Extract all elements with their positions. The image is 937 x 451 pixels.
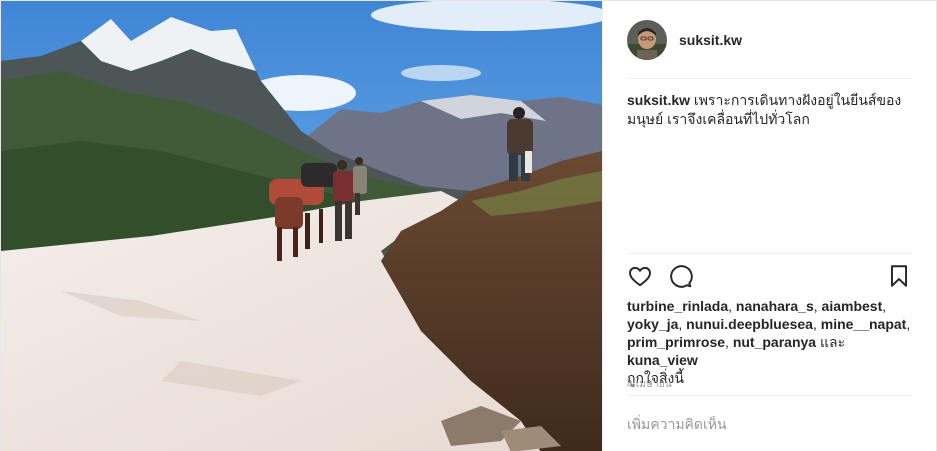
likes-summary: turbine_rinlada, nanahara_s, aiambest, y…	[627, 298, 911, 386]
likes-joiner: และ	[819, 334, 846, 350]
liker-link[interactable]: turbine_rinlada	[627, 298, 728, 314]
bookmark-icon[interactable]	[886, 263, 912, 289]
post-photo[interactable]	[1, 1, 602, 451]
liker-link[interactable]: nunui.deepbluesea	[686, 316, 813, 332]
avatar[interactable]	[627, 20, 667, 60]
post-username[interactable]: suksit.kw	[679, 32, 742, 48]
mountain-trail-photo	[1, 1, 602, 451]
post-header: suksit.kw	[603, 1, 937, 79]
liker-link[interactable]: prim_primrose	[627, 334, 725, 350]
comment-input[interactable]: เพิ่มความคิดเห็น	[627, 411, 917, 437]
header-divider	[627, 78, 912, 79]
post-side-panel: suksit.kw suksit.kw เพราะการเดินทางฝังอย…	[602, 1, 936, 451]
heart-icon[interactable]	[627, 263, 653, 289]
post-actions	[627, 263, 912, 291]
liker-link[interactable]: mine__napat	[821, 316, 907, 332]
liker-link[interactable]: nut_paranya	[733, 334, 816, 350]
profile-photo	[627, 20, 667, 60]
liker-link[interactable]: yoky_ja	[627, 316, 678, 332]
liker-link[interactable]: nanahara_s	[736, 298, 814, 314]
post-caption: suksit.kw เพราะการเดินทางฝังอยู่ในยีนส์ข…	[627, 91, 917, 129]
actions-divider	[627, 253, 912, 254]
instagram-post: suksit.kw suksit.kw เพราะการเดินทางฝังอย…	[0, 0, 937, 451]
caption-username[interactable]: suksit.kw	[627, 92, 690, 108]
post-timestamp[interactable]: 4 เมษายน	[627, 377, 672, 392]
liker-link[interactable]: kuna_view	[627, 352, 698, 368]
liker-link[interactable]: aiambest	[822, 298, 883, 314]
comment-divider	[627, 395, 912, 396]
comment-bubble-icon[interactable]	[667, 263, 693, 289]
